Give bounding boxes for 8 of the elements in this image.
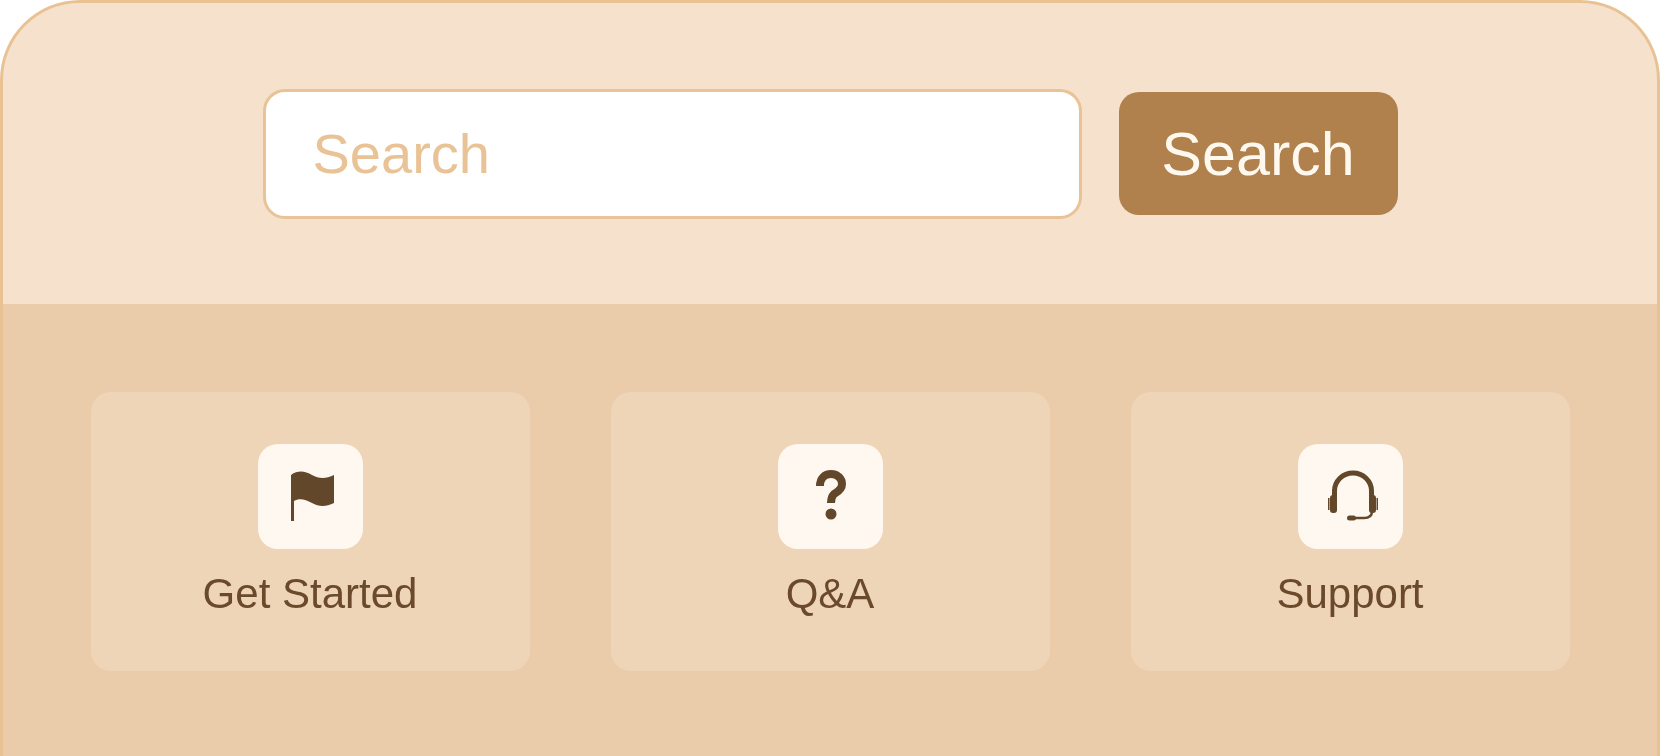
search-button[interactable]: Search	[1118, 92, 1398, 215]
search-field[interactable]: Search	[262, 88, 1082, 219]
link-card[interactable]: Support	[1130, 392, 1570, 671]
link-card[interactable]: Get Started	[90, 392, 530, 671]
question-mark-icon	[777, 444, 883, 549]
flag-icon	[257, 444, 363, 549]
link-card[interactable]: Q&A	[610, 392, 1050, 671]
headset-icon	[1297, 444, 1403, 549]
